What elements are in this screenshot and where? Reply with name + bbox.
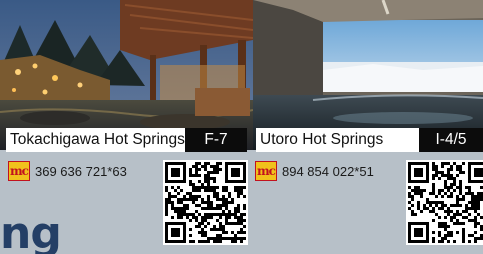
- mapcode-badge-icon: mc: [255, 161, 277, 181]
- caption-bar: Utoro Hot Springs I-4/5: [256, 128, 483, 152]
- qr-code-icon[interactable]: [163, 160, 248, 245]
- mapcode-badge-icon: mc: [8, 161, 30, 181]
- caption-bar: Tokachigawa Hot Springs F-7: [6, 128, 247, 152]
- location-name: Tokachigawa Hot Springs: [6, 128, 185, 152]
- card-utoro-hot-springs: Utoro Hot Springs I-4/5 mc 894 854 022*5…: [253, 0, 483, 254]
- section-heading-fragment: ng: [0, 208, 62, 254]
- mapcode-row: mc 894 854 022*51: [255, 161, 374, 181]
- mapcode-value: 894 854 022*51: [282, 163, 374, 179]
- qr-code-icon[interactable]: [406, 160, 483, 245]
- grid-code: F-7: [185, 128, 247, 152]
- mapcode-value: 369 636 721*63: [35, 163, 127, 179]
- mapcode-row: mc 369 636 721*63: [8, 161, 127, 181]
- location-name: Utoro Hot Springs: [256, 128, 419, 152]
- grid-code: I-4/5: [419, 128, 483, 152]
